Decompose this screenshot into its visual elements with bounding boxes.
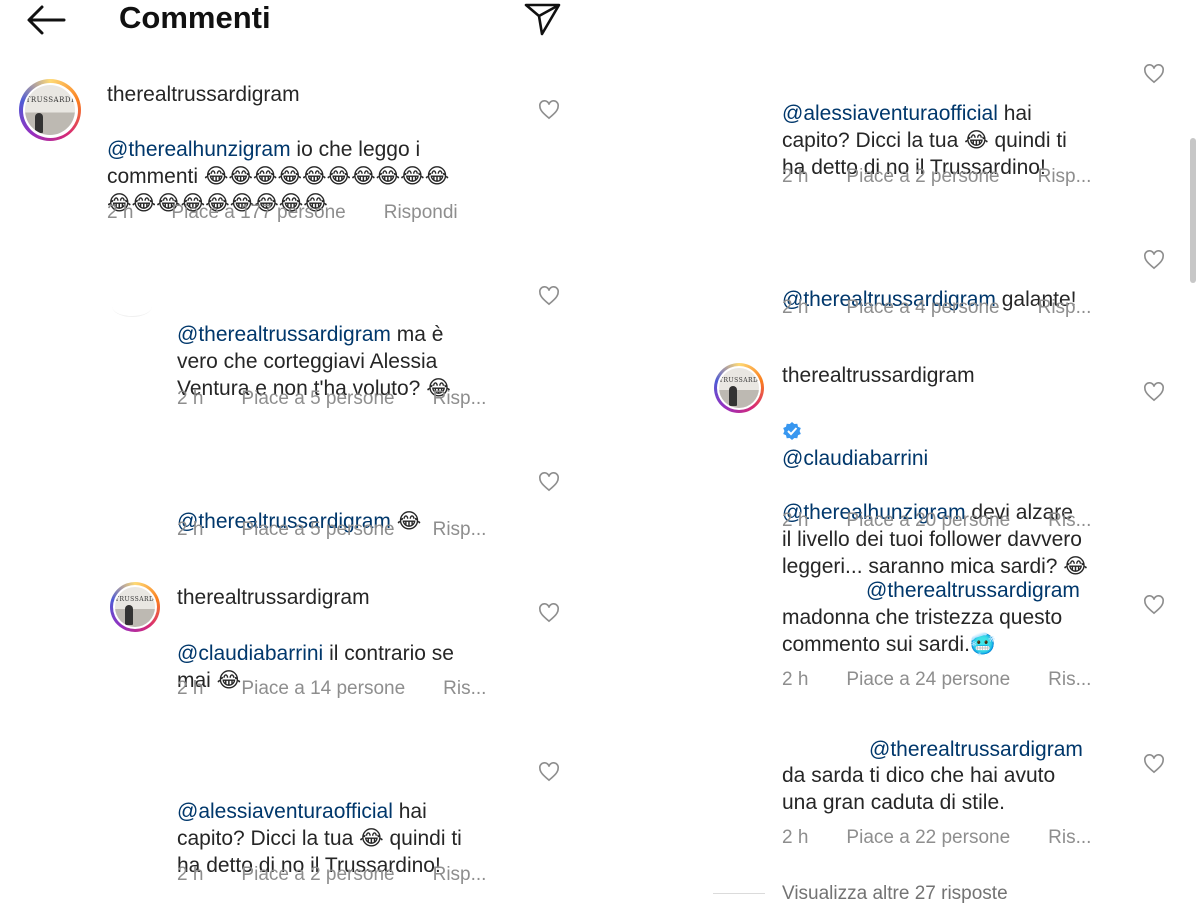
mention-link[interactable]: @alessiaventuraofficial bbox=[177, 800, 393, 823]
reply-button[interactable]: Risp... bbox=[433, 519, 487, 541]
view-more-replies-button[interactable]: Visualizza altre 27 risposte bbox=[782, 883, 1008, 905]
page-title: Commenti bbox=[119, 0, 271, 35]
avatar-logo: TRUSSARDI bbox=[115, 596, 155, 603]
reply-button[interactable]: Risp... bbox=[433, 864, 487, 886]
heart-outline-icon[interactable] bbox=[1143, 754, 1165, 774]
avatar[interactable]: TRUSSARDI bbox=[714, 363, 764, 413]
comment-meta: 2 h Piace a 2 persone Risp... bbox=[782, 166, 1129, 188]
comment-meta: 2 h Piace a 24 persone Ris... bbox=[782, 669, 1129, 691]
back-button[interactable] bbox=[24, 2, 68, 38]
likes-count[interactable]: Piace a 5 persone bbox=[241, 388, 394, 410]
back-arrow-icon bbox=[27, 5, 66, 35]
reply-button[interactable]: Rispondi bbox=[384, 202, 458, 224]
likes-count[interactable]: Piace a 4 persone bbox=[846, 297, 999, 319]
comment-meta: 2 h Piace a 177 persone Rispondi bbox=[107, 202, 496, 224]
comment-time: 2 h bbox=[782, 297, 809, 318]
comment-text: @claudiabarrini @therealhunzigram devi a… bbox=[782, 391, 1132, 580]
comment-time: 2 h bbox=[107, 202, 134, 223]
mention-link[interactable]: @therealtrussardigram bbox=[866, 577, 1080, 604]
comment-meta: 2 h Piace a 14 persone Ris... bbox=[177, 678, 524, 700]
likes-count[interactable]: Piace a 14 persone bbox=[241, 678, 405, 700]
likes-count[interactable]: Piace a 2 persone bbox=[846, 166, 999, 188]
comment-time: 2 h bbox=[177, 519, 204, 540]
comment-text: da sarda ti dico che hai avuto una gran … bbox=[782, 764, 1056, 814]
mention-link[interactable]: @claudiabarrini bbox=[177, 642, 323, 665]
comment-meta: 2 h Piace a 2 persone Risp... bbox=[177, 864, 524, 886]
mention-link[interactable]: @therealtrussardigram bbox=[869, 736, 1083, 763]
heart-outline-icon[interactable] bbox=[538, 100, 560, 120]
verified-badge-icon bbox=[783, 422, 801, 440]
comment-meta: 2 h Piace a 5 persone Risp... bbox=[177, 388, 524, 410]
reply-button[interactable]: Ris... bbox=[1048, 669, 1091, 691]
heart-outline-icon[interactable] bbox=[538, 472, 560, 492]
comment-time: 2 h bbox=[177, 678, 204, 699]
comment-text: @therealtrussardigram ma è vero che cort… bbox=[177, 323, 451, 400]
reply-button[interactable]: Risp... bbox=[1038, 166, 1092, 188]
comment-text: @alessiaventuraofficial hai capito? Dicc… bbox=[782, 102, 1067, 179]
comment-text: @alessiaventuraofficial hai capito? Dicc… bbox=[177, 800, 462, 877]
reply-button[interactable]: Ris... bbox=[1048, 510, 1091, 532]
comment-username[interactable]: therealtrussardigram bbox=[177, 586, 370, 610]
reply-button[interactable]: Ris... bbox=[443, 678, 486, 700]
hidden-avatar bbox=[112, 296, 152, 317]
avatar[interactable]: TRUSSARDI bbox=[110, 582, 160, 632]
comment-username[interactable]: therealtrussardigram bbox=[782, 364, 975, 388]
heart-outline-icon[interactable] bbox=[1143, 382, 1165, 402]
likes-count[interactable]: Piace a 22 persone bbox=[846, 827, 1010, 849]
comment-time: 2 h bbox=[782, 510, 809, 531]
comment-meta: 2 h Piace a 4 persone Risp... bbox=[782, 297, 1129, 319]
comment-username[interactable]: therealtrussardigram bbox=[107, 83, 300, 107]
comment-text: madonna che tristezza questo commento su… bbox=[782, 606, 1063, 656]
mention-link[interactable]: @alessiaventuraofficial bbox=[782, 102, 998, 125]
heart-outline-icon[interactable] bbox=[1143, 595, 1165, 615]
likes-count[interactable]: Piace a 24 persone bbox=[846, 669, 1010, 691]
reply-button[interactable]: Risp... bbox=[433, 388, 487, 410]
likes-count[interactable]: Piace a 20 persone bbox=[846, 510, 1010, 532]
heart-outline-icon[interactable] bbox=[538, 286, 560, 306]
comment-meta: 2 h Piace a 22 persone Ris... bbox=[782, 827, 1129, 849]
likes-count[interactable]: Piace a 2 persone bbox=[241, 864, 394, 886]
comment-meta: 2 h Piace a 20 persone Ris... bbox=[782, 510, 1129, 532]
heart-outline-icon[interactable] bbox=[538, 603, 560, 623]
send-button[interactable] bbox=[523, 0, 563, 38]
comment-time: 2 h bbox=[782, 669, 809, 690]
comment-time: 2 h bbox=[177, 388, 204, 409]
heart-outline-icon[interactable] bbox=[1143, 250, 1165, 270]
mention-link[interactable]: @claudiabarrini bbox=[782, 447, 928, 470]
reply-button[interactable]: Risp... bbox=[1038, 297, 1092, 319]
comment-time: 2 h bbox=[782, 827, 809, 848]
avatar-logo: TRUSSARDI bbox=[719, 377, 759, 384]
mention-link[interactable]: @therealtrussardigram bbox=[177, 323, 391, 346]
send-icon bbox=[524, 3, 561, 36]
comment-time: 2 h bbox=[177, 864, 204, 885]
heart-outline-icon[interactable] bbox=[538, 762, 560, 782]
likes-count[interactable]: Piace a 5 persone bbox=[241, 519, 394, 541]
likes-count[interactable]: Piace a 177 persone bbox=[171, 202, 345, 224]
mention-link[interactable]: @therealhunzigram bbox=[107, 138, 291, 161]
comment-meta: 2 h Piace a 5 persone Risp... bbox=[177, 519, 524, 541]
comment-time: 2 h bbox=[782, 166, 809, 187]
comment-text: @therealhunzigram io che leggo i comment… bbox=[107, 138, 450, 215]
avatar[interactable]: TRUSSARDI bbox=[19, 79, 81, 141]
replies-divider bbox=[713, 893, 765, 894]
heart-outline-icon[interactable] bbox=[1143, 64, 1165, 84]
reply-button[interactable]: Ris... bbox=[1048, 827, 1091, 849]
scrollbar[interactable] bbox=[1190, 138, 1196, 283]
avatar-logo: TRUSSARDI bbox=[25, 96, 75, 104]
